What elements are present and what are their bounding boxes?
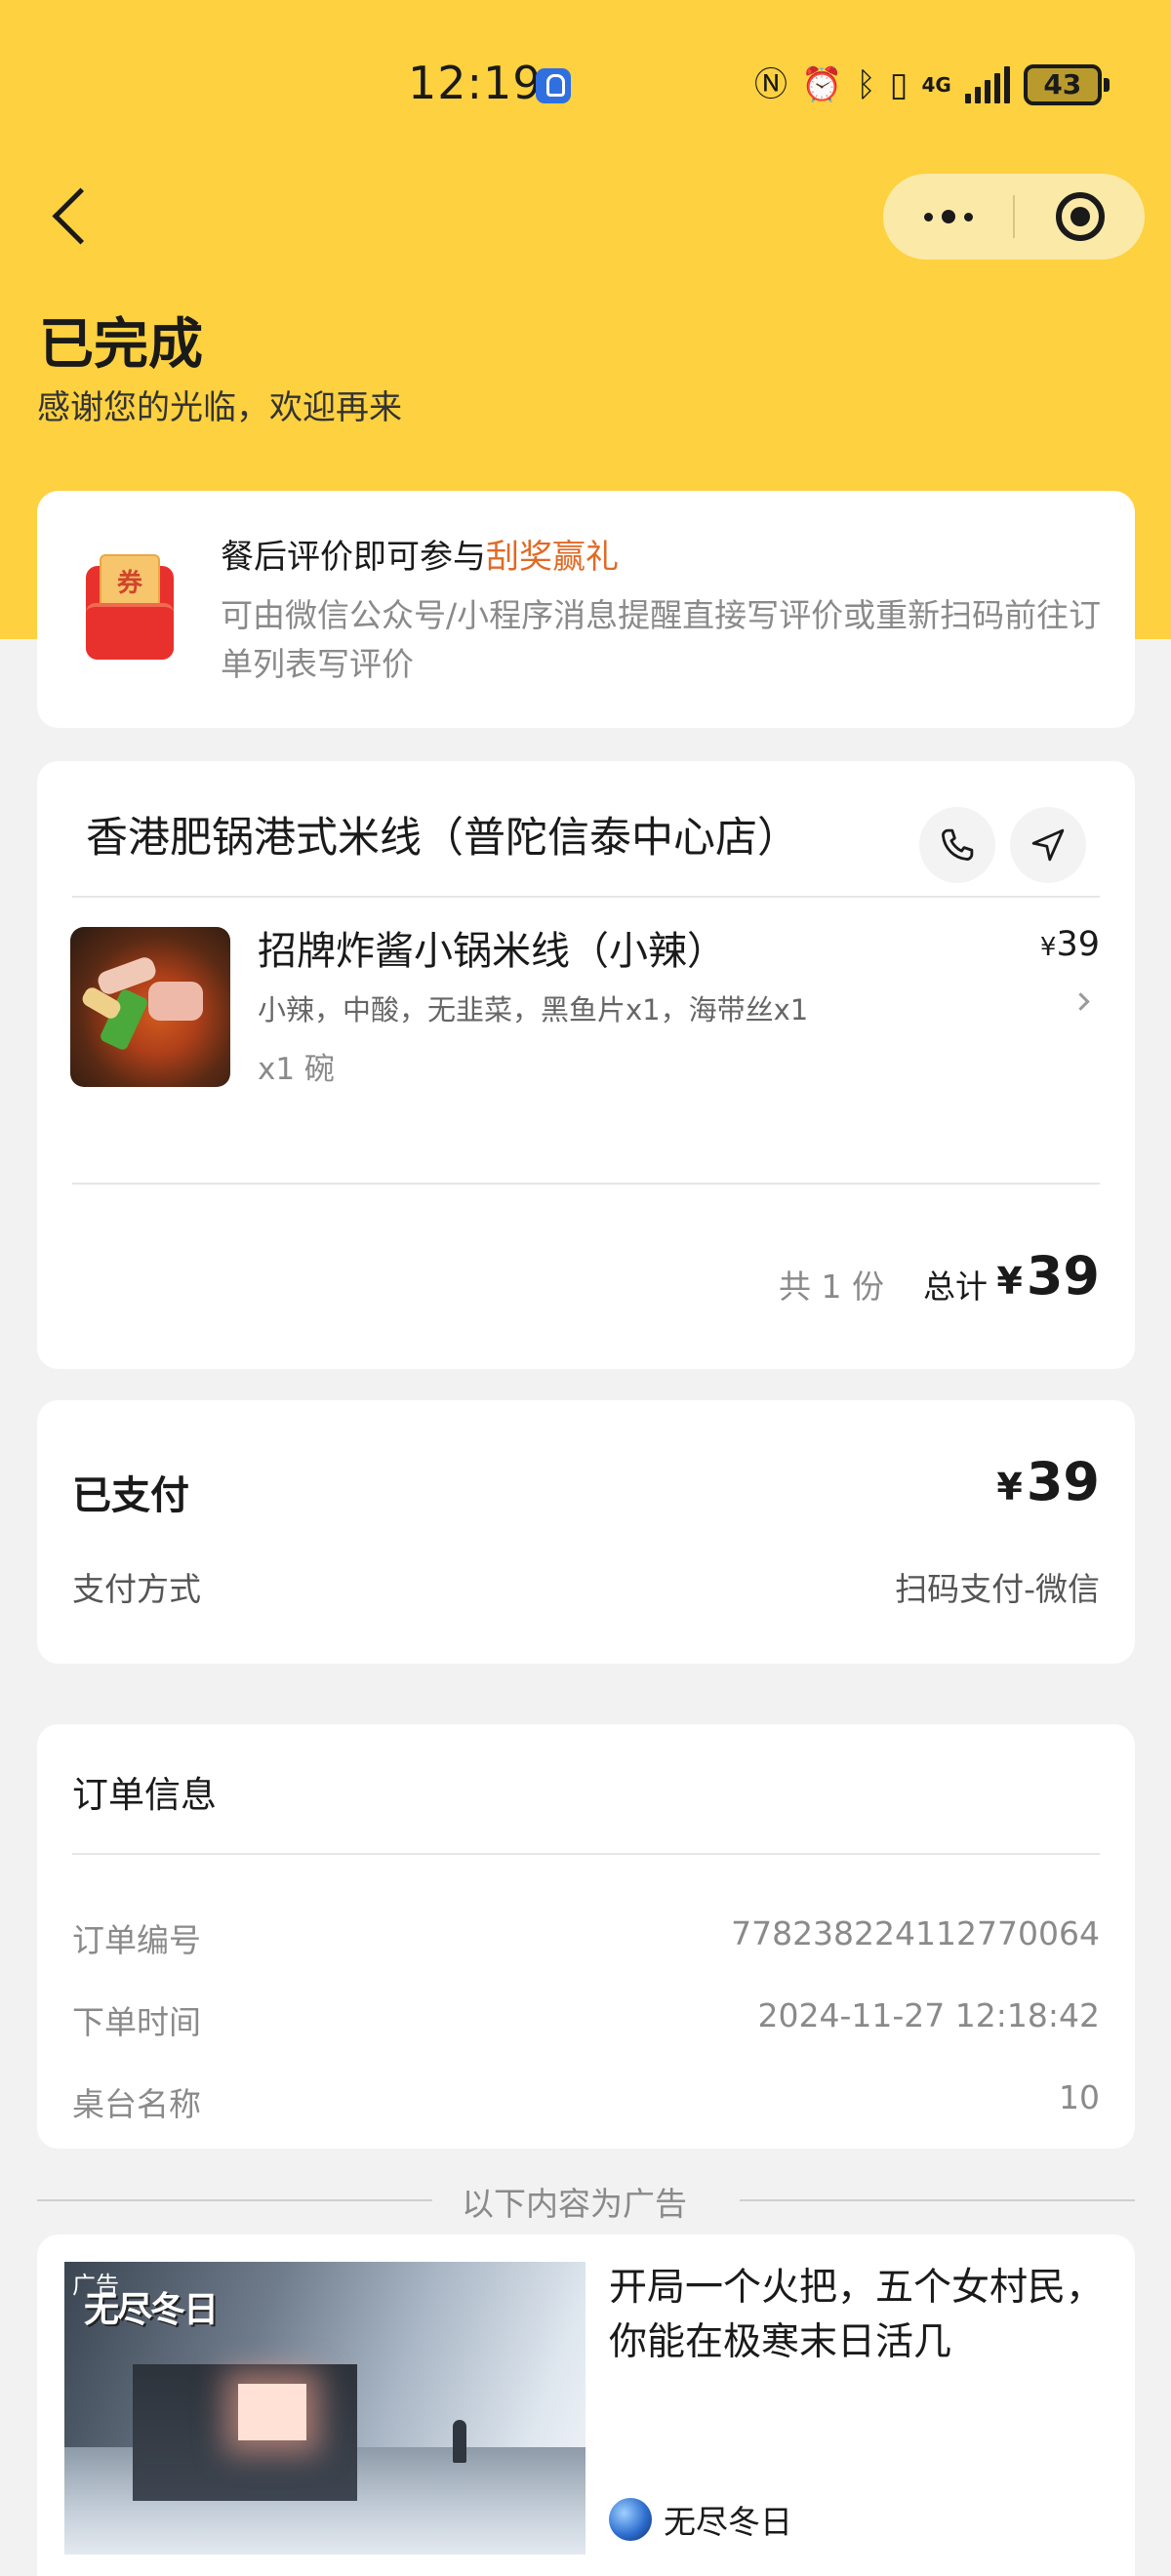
total-label: 总计 bbox=[923, 1268, 988, 1306]
promo-title: 餐后评价即可参与刮奖赢礼 bbox=[221, 530, 619, 578]
order-info-title: 订单信息 bbox=[72, 1774, 217, 1816]
dish-quantity: x1 碗 bbox=[258, 1052, 335, 1087]
table-name-value: 10 bbox=[1059, 2078, 1100, 2116]
review-promo-card[interactable]: 券 餐后评价即可参与刮奖赢礼 可由微信公众号/小程序消息提醒直接写评价或重新扫码… bbox=[37, 491, 1135, 728]
target-icon bbox=[1055, 192, 1105, 241]
payment-method-label: 支付方式 bbox=[72, 1570, 201, 1608]
paid-currency: ¥ bbox=[996, 1466, 1023, 1509]
promo-title-highlight: 刮奖赢礼 bbox=[486, 538, 619, 577]
back-button[interactable] bbox=[47, 181, 96, 249]
item-count: 共 1 份 bbox=[779, 1268, 884, 1306]
order-info-card: 订单信息 订单编号 778238224112770064 下单时间 2024-1… bbox=[37, 1724, 1135, 2149]
divider bbox=[72, 1183, 1100, 1185]
ad-source[interactable]: 无尽冬日 bbox=[609, 2496, 792, 2543]
shop-order-card: 香港肥锅港式米线（普陀信泰中心店） 招牌炸酱小锅米线（小辣） 小辣，中酸，无韭菜… bbox=[37, 761, 1135, 1369]
mini-program-capsule bbox=[883, 174, 1145, 260]
dish-price-currency: ¥ bbox=[1039, 933, 1057, 962]
dish-spec: 小辣，中酸，无韭菜，黑鱼片x1，海带丝x1 bbox=[258, 993, 809, 1026]
battery-icon: 43 bbox=[1023, 64, 1110, 105]
promo-description: 可由微信公众号/小程序消息提醒直接写评价或重新扫码前往订单列表写评价 bbox=[221, 596, 1102, 683]
shop-name[interactable]: 香港肥锅港式米线（普陀信泰中心店） bbox=[86, 804, 799, 865]
more-button[interactable] bbox=[883, 174, 1013, 260]
page-subtitle: 感谢您的光临，欢迎再来 bbox=[37, 388, 402, 427]
ad-divider-text: 以下内容为广告 bbox=[462, 2185, 687, 2223]
phone-icon bbox=[942, 828, 974, 861]
paid-status: 已支付 bbox=[72, 1473, 189, 1518]
divider bbox=[72, 896, 1100, 898]
dish-price-value: 39 bbox=[1056, 925, 1100, 964]
navigate-button[interactable] bbox=[1010, 807, 1086, 883]
vibrate-icon: ▯ bbox=[889, 65, 909, 104]
payment-card: 已支付 ¥39 支付方式 扫码支付-微信 bbox=[37, 1400, 1135, 1664]
status-bar: 12:19 Ⓝ ⏰ ᛒ ▯ 4G 43 bbox=[0, 0, 1171, 171]
envelope-flap bbox=[86, 603, 174, 660]
order-time-value: 2024-11-27 12:18:42 bbox=[757, 1996, 1100, 2034]
order-number-label: 订单编号 bbox=[72, 1921, 201, 1959]
ad-title[interactable]: 开局一个火把，五个女村民，你能在极寒末日活几 bbox=[609, 2261, 1116, 2370]
ad-divider: 以下内容为广告 bbox=[37, 2178, 1135, 2223]
lightbulb-icon bbox=[536, 68, 571, 103]
status-icons: Ⓝ ⏰ ᛒ ▯ 4G 43 bbox=[754, 60, 1110, 109]
game-logo: 无尽冬日 bbox=[84, 2290, 219, 2330]
divider-line bbox=[740, 2199, 1135, 2201]
payment-method-value: 扫码支付-微信 bbox=[895, 1570, 1100, 1608]
bluetooth-icon: ᛒ bbox=[856, 65, 876, 104]
total-value: 39 bbox=[1026, 1245, 1100, 1307]
dish-image[interactable] bbox=[70, 927, 230, 1087]
divider bbox=[72, 1853, 1100, 1855]
ad-image[interactable]: 广告 无尽冬日 bbox=[64, 2262, 586, 2555]
network-type: 4G bbox=[921, 73, 951, 97]
order-number-value[interactable]: 778238224112770064 bbox=[731, 1914, 1100, 1952]
page-title: 已完成 bbox=[39, 313, 203, 377]
total-currency: ¥ bbox=[996, 1260, 1023, 1303]
nfc-icon: Ⓝ bbox=[754, 65, 787, 104]
paid-amount: ¥39 bbox=[996, 1451, 1100, 1512]
table-name-label: 桌台名称 bbox=[72, 2085, 201, 2123]
paid-value: 39 bbox=[1026, 1451, 1100, 1512]
promo-title-prefix: 餐后评价即可参与 bbox=[221, 538, 486, 577]
alarm-icon: ⏰ bbox=[801, 65, 843, 104]
ad-source-avatar bbox=[609, 2498, 652, 2541]
ad-source-name: 无尽冬日 bbox=[664, 2503, 792, 2541]
signal-icon bbox=[964, 66, 1010, 103]
chevron-right-icon[interactable] bbox=[1071, 992, 1090, 1011]
coupon-envelope-icon: 券 bbox=[86, 554, 174, 660]
dish-price: ¥39 bbox=[1040, 925, 1100, 964]
ad-card[interactable]: 广告 无尽冬日 开局一个火把，五个女村民，你能在极寒末日活几 无尽冬日 bbox=[37, 2234, 1135, 2576]
divider-line bbox=[37, 2199, 432, 2201]
call-button[interactable] bbox=[919, 807, 995, 883]
dish-name[interactable]: 招牌炸酱小锅米线（小辣） bbox=[258, 919, 726, 976]
total-amount: ¥39 bbox=[996, 1245, 1100, 1307]
navigation-arrow-icon bbox=[1031, 828, 1065, 862]
close-mini-program-button[interactable] bbox=[1015, 174, 1145, 260]
order-time-label: 下单时间 bbox=[72, 2003, 201, 2041]
status-time: 12:19 bbox=[408, 57, 543, 109]
